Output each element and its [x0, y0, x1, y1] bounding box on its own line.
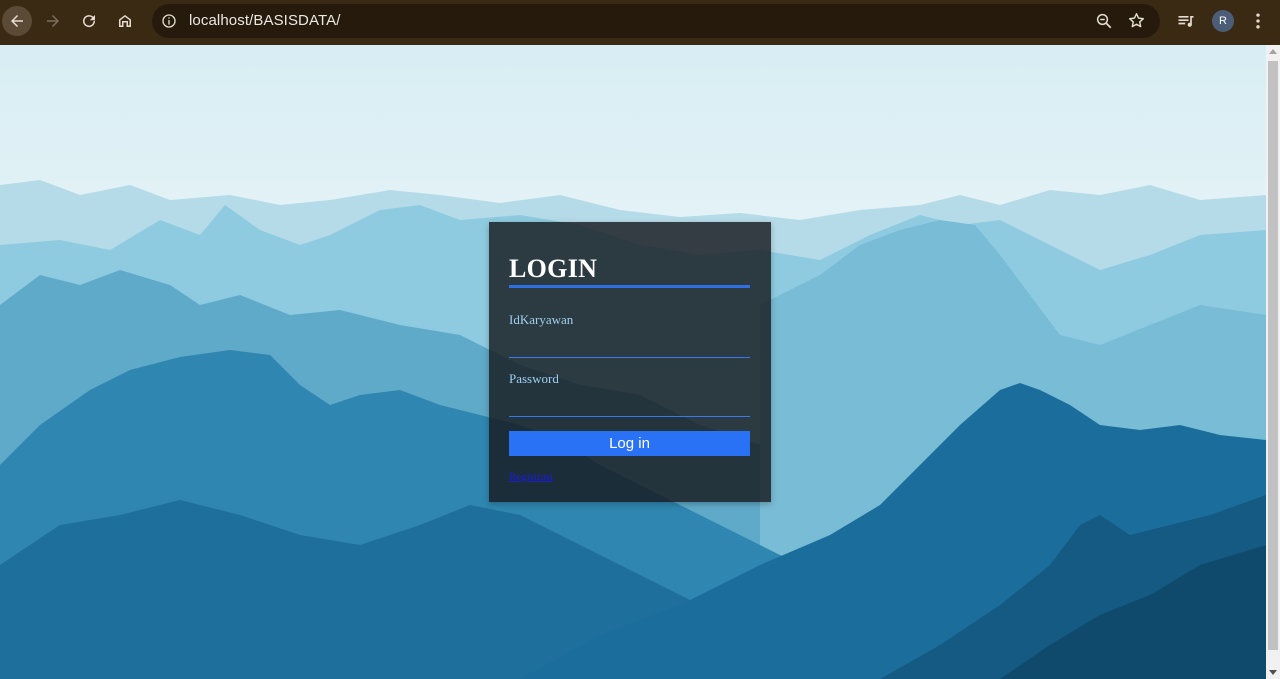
profile-avatar[interactable]: R: [1212, 10, 1234, 32]
bookmark-star-icon[interactable]: [1127, 11, 1146, 30]
home-icon: [119, 15, 131, 27]
register-link[interactable]: Registrasi: [509, 471, 553, 483]
vertical-scrollbar[interactable]: [1266, 45, 1280, 679]
scroll-up-arrow-icon[interactable]: [1269, 49, 1277, 54]
login-panel: LOGIN IdKaryawan Password Log in Registr…: [489, 222, 771, 502]
reload-button[interactable]: [74, 6, 104, 36]
arrow-left-icon: [11, 15, 23, 27]
zoom-out-icon[interactable]: [1095, 12, 1113, 30]
vertical-dots-icon[interactable]: [1248, 11, 1268, 31]
back-button[interactable]: [2, 6, 32, 36]
id-karyawan-input[interactable]: [509, 336, 750, 358]
home-button[interactable]: [110, 6, 140, 36]
address-bar[interactable]: localhost/BASISDATA/: [152, 4, 1160, 38]
info-circle-icon[interactable]: [161, 13, 177, 29]
login-button[interactable]: Log in: [509, 431, 750, 456]
scroll-down-arrow-icon[interactable]: [1269, 670, 1277, 675]
login-title: LOGIN: [509, 254, 598, 283]
arrow-right-icon: [47, 15, 59, 27]
media-queue-icon[interactable]: [1176, 11, 1196, 31]
forward-button[interactable]: [38, 6, 68, 36]
password-label: Password: [509, 371, 559, 386]
password-input[interactable]: [509, 395, 750, 417]
scrollbar-thumb[interactable]: [1268, 61, 1278, 650]
title-divider: [509, 285, 750, 288]
browser-toolbar: localhost/BASISDATA/ R: [0, 0, 1280, 45]
page-viewport: LOGIN IdKaryawan Password Log in Registr…: [0, 45, 1266, 679]
url-text[interactable]: localhost/BASISDATA/: [189, 12, 341, 29]
id-karyawan-label: IdKaryawan: [509, 312, 574, 327]
reload-icon: [83, 15, 96, 28]
